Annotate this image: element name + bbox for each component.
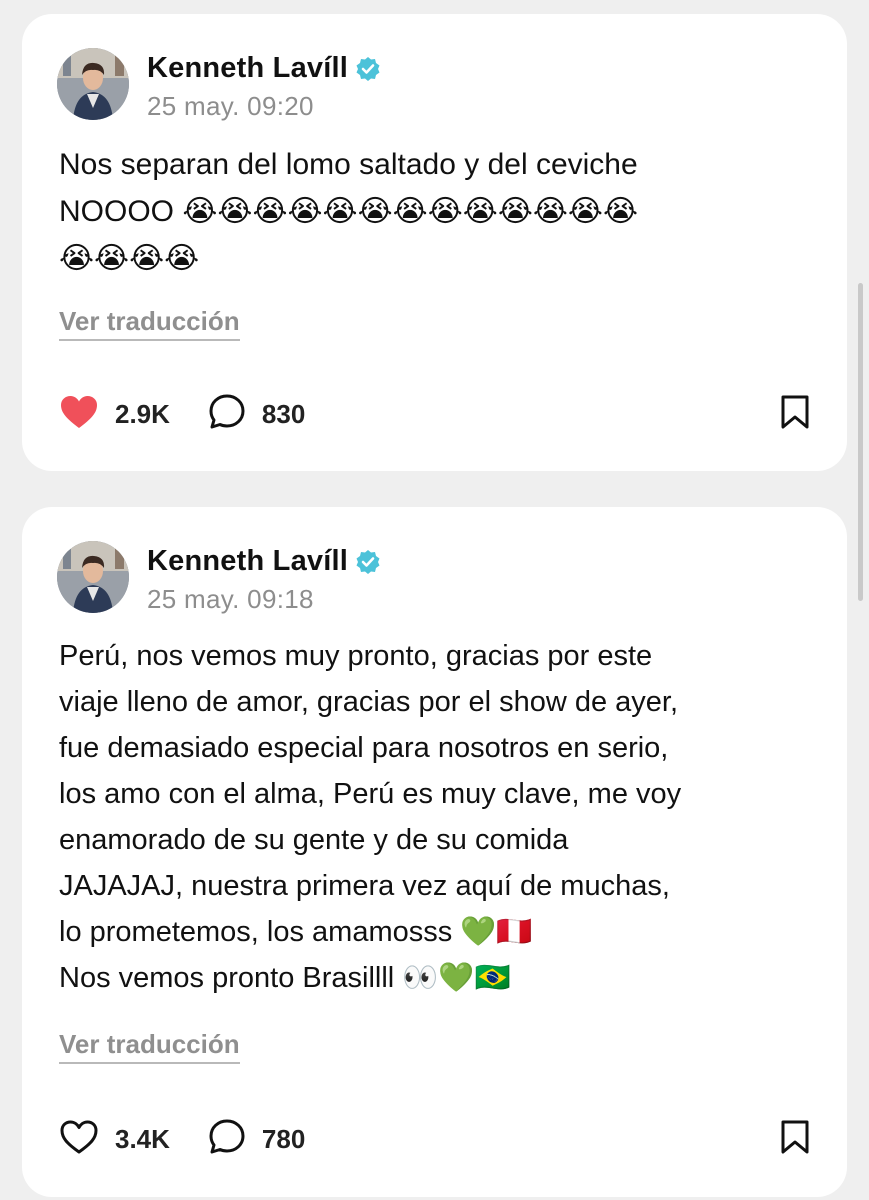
- comment-count: 780: [261, 1123, 306, 1154]
- heart-icon: [59, 1119, 99, 1160]
- like-button[interactable]: 2.9K: [59, 394, 170, 435]
- like-count: 3.4K: [115, 1123, 170, 1154]
- bookmark-icon: [779, 1118, 811, 1161]
- post-header: Kenneth Lavíll 25 may. 09:20: [57, 48, 381, 122]
- post-actions: 2.9K 830: [59, 394, 811, 434]
- like-count: 2.9K: [115, 398, 170, 429]
- bookmark-icon: [779, 393, 811, 436]
- translate-link[interactable]: Ver traducción: [59, 1029, 240, 1064]
- translate-link[interactable]: Ver traducción: [59, 306, 240, 341]
- author-name[interactable]: Kenneth Lavíll: [147, 52, 348, 85]
- post-text: Perú, nos vemos muy pronto, gracias por …: [59, 640, 682, 994]
- comment-bubble-icon: [208, 1118, 246, 1161]
- comment-bubble-icon: [208, 393, 246, 436]
- post-text: Nos separan del lomo saltado y del cevic…: [59, 148, 639, 275]
- verified-badge-icon: [355, 56, 381, 82]
- post-card: Kenneth Lavíll 25 may. 09:20 Nos separan…: [22, 14, 847, 471]
- avatar[interactable]: [57, 541, 129, 613]
- like-button[interactable]: 3.4K: [59, 1119, 170, 1160]
- post-timestamp: 25 may. 09:20: [147, 91, 314, 121]
- heart-icon: [59, 394, 99, 435]
- comment-count: 830: [261, 398, 306, 429]
- post-timestamp: 25 may. 09:18: [147, 584, 314, 614]
- post-header: Kenneth Lavíll 25 may. 09:18: [57, 541, 381, 615]
- author-name[interactable]: Kenneth Lavíll: [147, 545, 348, 578]
- scrollbar[interactable]: [858, 283, 863, 601]
- avatar[interactable]: [57, 48, 129, 120]
- bookmark-button[interactable]: [779, 393, 811, 436]
- verified-badge-icon: [355, 549, 381, 575]
- post-card: Kenneth Lavíll 25 may. 09:18 Perú, nos v…: [22, 507, 847, 1197]
- comment-button[interactable]: 780: [208, 1118, 305, 1161]
- bookmark-button[interactable]: [779, 1118, 811, 1161]
- feed: Kenneth Lavíll 25 may. 09:20 Nos separan…: [0, 0, 869, 1200]
- comment-button[interactable]: 830: [208, 393, 305, 436]
- post-actions: 3.4K 780: [59, 1119, 811, 1159]
